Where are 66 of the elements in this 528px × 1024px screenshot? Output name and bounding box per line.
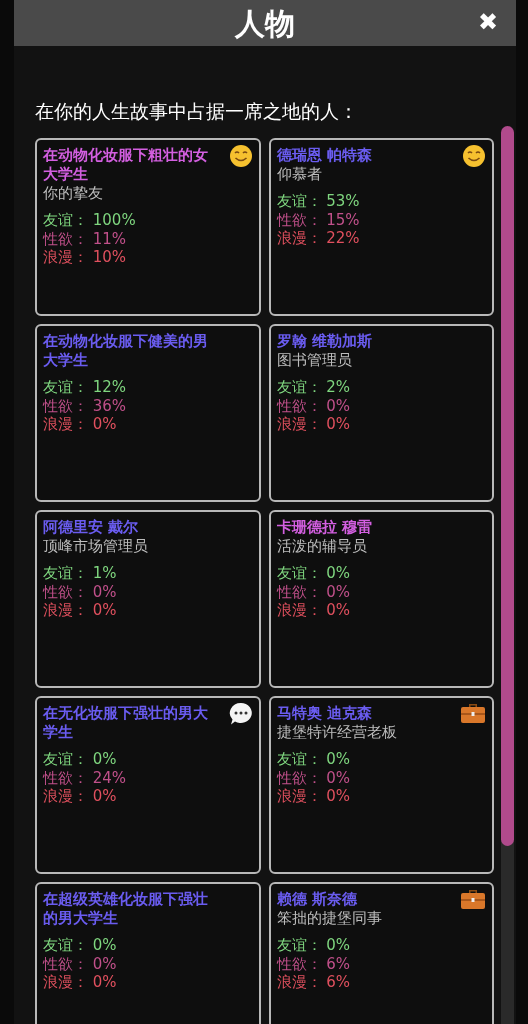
person-role: 捷堡特许经营老板 <box>276 723 398 742</box>
person-card[interactable]: 德瑞恩 帕特森 仰慕者 友谊： 53% 性欲： 15% 浪漫： 22% <box>268 138 494 316</box>
stat-line: 性欲： 11% <box>43 229 128 248</box>
stat-line: 浪漫： 0% <box>276 787 352 806</box>
person-name: 在无化妆服下强壮的男大学生 <box>43 704 209 742</box>
scrollbar-thumb[interactable] <box>501 126 514 846</box>
person-role: 图书管理员 <box>276 351 353 370</box>
stat-line: 友谊： 100% <box>43 211 137 230</box>
person-card[interactable]: 马特奥 迪克森 捷堡特许经营老板 友谊： 0% 性欲： 0% 浪漫： 0% <box>268 696 494 874</box>
person-card[interactable]: 卡珊德拉 穆雷 活泼的辅导员 友谊： 0% 性欲： 0% 浪漫： 0% <box>268 510 494 688</box>
person-name: 马特奥 迪克森 <box>276 704 373 723</box>
person-name: 卡珊德拉 穆雷 <box>276 518 373 537</box>
person-name: 在超级英雄化妆服下强壮的男大学生 <box>43 890 209 928</box>
smiley-icon <box>462 144 486 168</box>
stat-line: 浪漫： 0% <box>43 787 118 806</box>
person-name: 阿德里安 戴尔 <box>43 518 140 537</box>
briefcase-icon <box>460 702 486 724</box>
person-card[interactable]: 赖德 斯奈德 笨拙的捷堡同事 友谊： 0% 性欲： 6% 浪漫： 6% <box>268 882 494 1024</box>
stat-line: 友谊： 53% <box>276 192 361 211</box>
stat-line: 浪漫： 6% <box>276 973 352 992</box>
speech-bubble-icon <box>228 702 253 726</box>
stat-line: 友谊： 0% <box>276 936 352 955</box>
person-role: 你的挚友 <box>43 184 104 203</box>
stat-line: 友谊： 0% <box>276 564 352 583</box>
person-card[interactable]: 在动物化妆服下健美的男大学生 友谊： 12% 性欲： 36% 浪漫： 0% <box>35 324 261 502</box>
intro-text: 在你的人生故事中占据一席之地的人： <box>35 99 359 124</box>
smiley-icon <box>228 144 253 168</box>
stat-line: 性欲： 0% <box>276 582 352 601</box>
stat-line: 友谊： 12% <box>43 378 128 397</box>
person-card[interactable]: 在无化妆服下强壮的男大学生 友谊： 0% 性欲： 24% 浪漫： 0% <box>35 696 261 874</box>
stat-line: 浪漫： 10% <box>43 248 128 267</box>
stat-line: 性欲： 0% <box>43 954 118 973</box>
stat-line: 浪漫： 0% <box>43 973 118 992</box>
person-card[interactable]: 在超级英雄化妆服下强壮的男大学生 友谊： 0% 性欲： 0% 浪漫： 0% <box>35 882 261 1024</box>
stat-line: 浪漫： 0% <box>43 415 118 434</box>
stat-line: 友谊： 0% <box>276 750 352 769</box>
person-role: 顶峰市场管理员 <box>43 537 149 556</box>
person-role: 活泼的辅导员 <box>276 537 368 556</box>
stat-line: 性欲： 15% <box>276 210 361 229</box>
stat-line: 性欲： 36% <box>43 396 128 415</box>
briefcase-icon <box>460 888 486 910</box>
person-role: 笨拙的捷堡同事 <box>276 909 383 928</box>
person-name: 德瑞恩 帕特森 <box>276 146 373 165</box>
person-name: 罗翰 维勒加斯 <box>276 332 373 351</box>
stat-line: 性欲： 24% <box>43 768 128 787</box>
stat-line: 性欲： 0% <box>276 768 352 787</box>
person-name: 在动物化妆服下健美的男大学生 <box>43 332 209 370</box>
stat-line: 友谊： 1% <box>43 564 118 583</box>
stat-line: 友谊： 0% <box>43 750 118 769</box>
stat-line: 友谊： 2% <box>276 378 352 397</box>
stat-line: 性欲： 0% <box>43 582 118 601</box>
stat-line: 性欲： 0% <box>276 396 352 415</box>
stat-line: 性欲： 6% <box>276 954 352 973</box>
person-name: 在动物化妆服下粗壮的女大学生 <box>43 146 209 184</box>
stat-line: 浪漫： 0% <box>43 601 118 620</box>
person-card[interactable]: 罗翰 维勒加斯 图书管理员 友谊： 2% 性欲： 0% 浪漫： 0% <box>268 324 494 502</box>
person-name: 赖德 斯奈德 <box>276 890 358 909</box>
stat-line: 友谊： 0% <box>43 936 118 955</box>
stat-line: 浪漫： 0% <box>276 601 352 620</box>
close-button[interactable]: ✖ <box>477 6 498 38</box>
stat-line: 浪漫： 0% <box>276 415 352 434</box>
person-role: 仰慕者 <box>276 165 323 184</box>
window-title: 人物 <box>235 4 295 43</box>
person-card[interactable]: 在动物化妆服下粗壮的女大学生 你的挚友 友谊： 100% 性欲： 11% 浪漫： 10% <box>35 138 261 316</box>
person-card[interactable]: 阿德里安 戴尔 顶峰市场管理员 友谊： 1% 性欲： 0% 浪漫： 0% <box>35 510 261 688</box>
stat-line: 浪漫： 22% <box>276 229 361 248</box>
